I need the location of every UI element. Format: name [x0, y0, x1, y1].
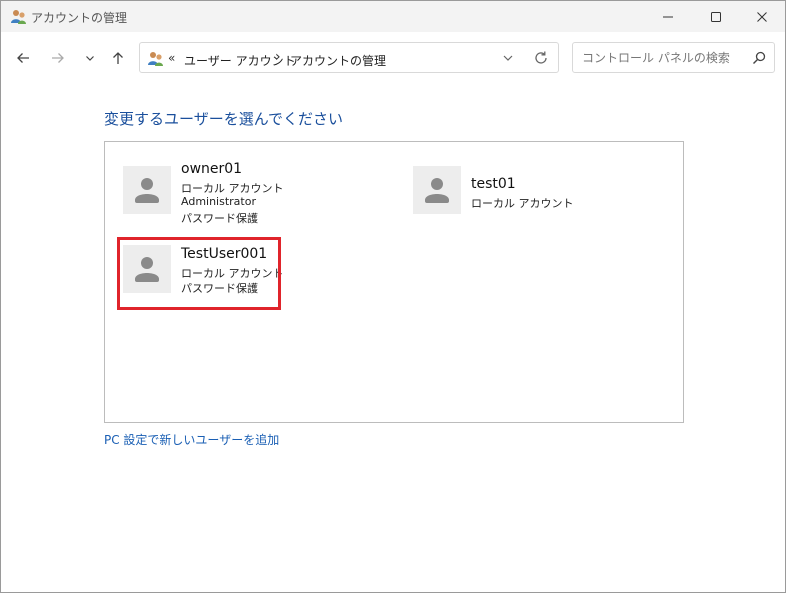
- search-icon[interactable]: [752, 51, 766, 65]
- forward-button[interactable]: [45, 44, 71, 72]
- refresh-icon[interactable]: [532, 49, 550, 67]
- window: アカウントの管理 « ユーザー アカウント › アカウントの管理 コントロール …: [0, 0, 786, 593]
- chevron-down-icon: [86, 56, 94, 61]
- user-list-panel: owner01 ローカル アカウント Administrator パスワード保護…: [104, 141, 684, 423]
- up-button[interactable]: [105, 44, 131, 72]
- breadcrumb-separator[interactable]: ›: [275, 49, 281, 65]
- avatar: [123, 166, 171, 214]
- page-heading: 変更するユーザーを選んでください: [104, 110, 343, 128]
- user-avatar-icon: [135, 257, 159, 282]
- up-arrow-icon: [113, 52, 123, 64]
- user-account-type: ローカル アカウント: [181, 267, 284, 280]
- users-app-icon: [148, 52, 163, 66]
- user-avatar-icon: [425, 178, 449, 203]
- avatar: [413, 166, 461, 214]
- forward-arrow-icon: [52, 53, 64, 63]
- add-user-link[interactable]: PC 設定で新しいユーザーを追加: [104, 431, 279, 448]
- user-avatar-icon: [135, 178, 159, 203]
- address-bar[interactable]: « ユーザー アカウント › アカウントの管理: [139, 42, 559, 73]
- user-password-status: パスワード保護: [181, 212, 258, 225]
- close-icon: [757, 11, 767, 22]
- close-button[interactable]: [739, 1, 785, 32]
- back-arrow-icon: [17, 53, 29, 63]
- maximize-button[interactable]: [693, 1, 739, 32]
- window-title: アカウントの管理: [31, 11, 128, 25]
- user-name: TestUser001: [181, 246, 268, 262]
- search-input[interactable]: [582, 48, 742, 67]
- user-name: test01: [471, 176, 516, 192]
- maximize-icon: [711, 11, 721, 22]
- search-box[interactable]: [572, 42, 775, 73]
- user-password-status: パスワード保護: [181, 282, 258, 295]
- breadcrumb-overflow[interactable]: «: [168, 51, 175, 65]
- back-button[interactable]: [10, 44, 36, 72]
- user-account-type: ローカル アカウント: [181, 182, 284, 195]
- avatar: [123, 245, 171, 293]
- minimize-icon: [663, 16, 673, 17]
- chevron-down-icon[interactable]: [500, 50, 516, 66]
- user-role: Administrator: [181, 195, 256, 208]
- user-name: owner01: [181, 161, 243, 177]
- recent-locations-button[interactable]: [77, 44, 103, 72]
- title-bar: アカウントの管理: [1, 1, 785, 32]
- minimize-button[interactable]: [645, 1, 691, 32]
- user-account-type: ローカル アカウント: [471, 197, 574, 210]
- users-app-icon: [11, 10, 26, 24]
- breadcrumb-manage-accounts[interactable]: アカウントの管理: [290, 52, 386, 69]
